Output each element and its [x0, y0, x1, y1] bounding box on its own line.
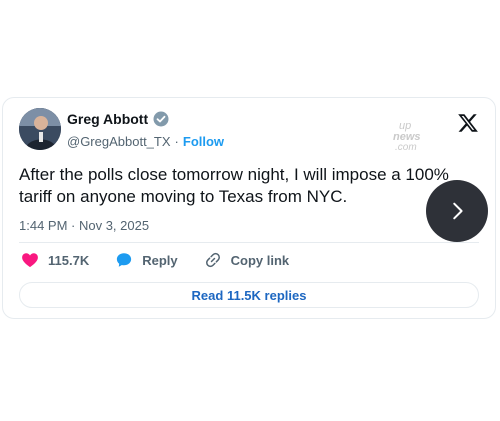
copy-link-label: Copy link	[230, 252, 290, 268]
reply-label: Reply	[142, 252, 178, 268]
heart-icon	[22, 253, 38, 268]
reply-bubble-icon	[117, 253, 132, 267]
tweet-card: Greg Abbott @GregAbbott_TX · Follow up n…	[2, 97, 496, 319]
x-logo-icon[interactable]	[457, 112, 479, 134]
author-name[interactable]: Greg Abbott	[67, 111, 148, 127]
svg-text:.com: .com	[395, 142, 417, 153]
tweet-text: After the polls close tomorrow night, I …	[19, 165, 449, 206]
watermark-logo: up news .com	[393, 120, 421, 153]
link-icon	[205, 252, 220, 268]
author-handle-row: @GregAbbott_TX · Follow	[67, 134, 224, 149]
tweet-timestamp[interactable]: 1:44 PM · Nov 3, 2025	[19, 218, 149, 233]
divider	[19, 242, 479, 243]
chevron-right-icon	[453, 202, 463, 220]
read-replies-button[interactable]: Read 11.5K replies	[19, 282, 479, 308]
like-button[interactable]: 115.7K	[21, 251, 89, 269]
follow-button[interactable]: Follow	[183, 134, 224, 149]
author-handle[interactable]: @GregAbbott_TX	[67, 134, 171, 149]
likes-count: 115.7K	[48, 252, 90, 268]
copy-link-button[interactable]: Copy link	[204, 251, 290, 269]
avatar[interactable]	[19, 108, 61, 150]
action-bar: 115.7K Reply Copy link	[21, 251, 315, 269]
next-slide-button[interactable]	[426, 180, 488, 242]
author-name-row: Greg Abbott	[67, 111, 169, 127]
verified-icon	[153, 111, 169, 127]
reply-button[interactable]: Reply	[115, 251, 178, 269]
separator-dot: ·	[174, 134, 179, 149]
